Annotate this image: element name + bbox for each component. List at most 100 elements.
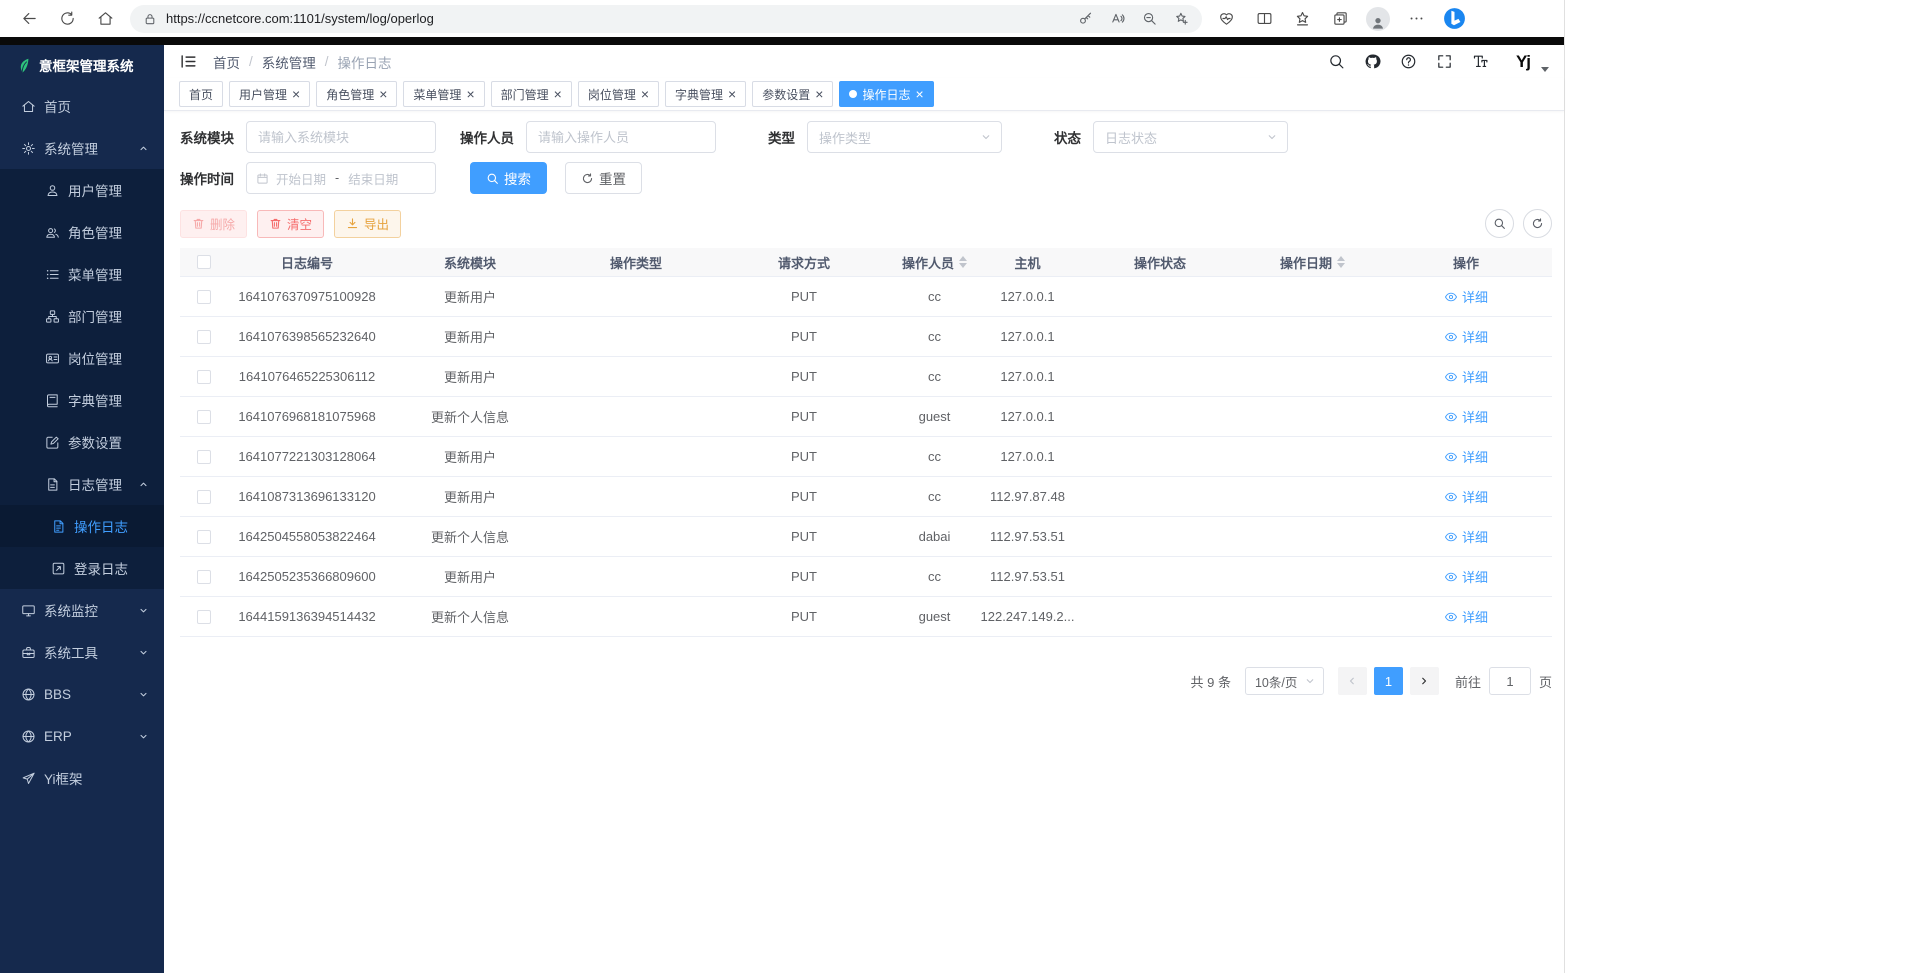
detail-link[interactable]: 详细 <box>1444 567 1488 586</box>
browser-refresh-button[interactable] <box>48 4 86 34</box>
fullscreen-icon[interactable] <box>1436 53 1453 70</box>
text-size-icon[interactable] <box>1472 53 1489 70</box>
help-icon[interactable] <box>1400 53 1417 70</box>
close-icon[interactable]: × <box>815 87 823 101</box>
sidebar-item[interactable]: 角色管理 <box>0 211 164 253</box>
collections-button[interactable] <box>1321 4 1359 34</box>
detail-link[interactable]: 详细 <box>1444 367 1488 386</box>
sidebar-item[interactable]: 系统工具 <box>0 631 164 673</box>
favorites-button[interactable] <box>1283 4 1321 34</box>
app-logo[interactable]: 意框架管理系统 <box>0 45 164 85</box>
zoom-out-icon[interactable] <box>1142 11 1157 26</box>
goto-page-input[interactable] <box>1489 667 1531 695</box>
prev-page-button[interactable] <box>1338 667 1367 695</box>
user-avatar-menu[interactable]: Yj <box>1508 47 1549 77</box>
close-icon[interactable]: × <box>292 87 300 101</box>
sidebar-item[interactable]: 岗位管理 <box>0 337 164 379</box>
sidebar-item[interactable]: 日志管理 <box>0 463 164 505</box>
password-key-icon[interactable] <box>1078 11 1093 26</box>
browser-settings-button[interactable] <box>1397 4 1435 34</box>
sidebar-item[interactable]: BBS <box>0 673 164 715</box>
detail-link[interactable]: 详细 <box>1444 287 1488 306</box>
tab[interactable]: 部门管理 × <box>491 81 572 107</box>
users-icon <box>45 225 60 240</box>
close-icon[interactable]: × <box>728 87 736 101</box>
sidebar-item[interactable]: 字典管理 <box>0 379 164 421</box>
delete-button[interactable]: 删除 <box>180 210 247 238</box>
breadcrumb-system[interactable]: 系统管理 <box>262 52 316 72</box>
sort-caret[interactable] <box>1337 256 1345 268</box>
sidebar-item[interactable]: 操作日志 <box>0 505 164 547</box>
toggle-search-button[interactable] <box>1485 209 1514 238</box>
next-page-button[interactable] <box>1410 667 1439 695</box>
sidebar-item[interactable]: ERP <box>0 715 164 757</box>
sidebar-item[interactable]: 登录日志 <box>0 547 164 589</box>
add-favorite-icon[interactable] <box>1174 11 1189 26</box>
status-select[interactable]: 日志状态 <box>1093 121 1288 153</box>
sidebar-item-label: 字典管理 <box>68 390 122 410</box>
tab[interactable]: 首页 <box>179 81 223 107</box>
tab[interactable]: 操作日志 × <box>839 81 933 107</box>
row-checkbox[interactable] <box>197 610 211 624</box>
close-icon[interactable]: × <box>641 87 649 101</box>
detail-link[interactable]: 详细 <box>1444 447 1488 466</box>
row-checkbox[interactable] <box>197 370 211 384</box>
row-checkbox[interactable] <box>197 290 211 304</box>
module-input[interactable] <box>246 121 436 153</box>
close-icon[interactable]: × <box>466 87 474 101</box>
sidebar-item[interactable]: 用户管理 <box>0 169 164 211</box>
reset-button[interactable]: 重置 <box>565 162 642 194</box>
tab[interactable]: 参数设置 × <box>752 81 833 107</box>
clear-button[interactable]: 清空 <box>257 210 324 238</box>
browser-profile-button[interactable] <box>1359 4 1397 34</box>
sidebar-item[interactable]: 系统监控 <box>0 589 164 631</box>
close-icon[interactable]: × <box>915 87 923 101</box>
row-checkbox[interactable] <box>197 330 211 344</box>
page-number-button[interactable]: 1 <box>1374 667 1403 695</box>
breadcrumb-home[interactable]: 首页 <box>213 52 240 72</box>
search-button[interactable]: 搜索 <box>470 162 547 194</box>
bing-sidebar-button[interactable] <box>1435 4 1473 34</box>
sidebar-item[interactable]: 首页 <box>0 85 164 127</box>
row-checkbox[interactable] <box>197 490 211 504</box>
browser-essentials-button[interactable] <box>1207 4 1245 34</box>
detail-link[interactable]: 详细 <box>1444 527 1488 546</box>
sidebar-item[interactable]: 系统管理 <box>0 127 164 169</box>
sidebar-fold-icon[interactable] <box>179 52 198 71</box>
sidebar-item[interactable]: 部门管理 <box>0 295 164 337</box>
sort-caret[interactable] <box>959 256 967 268</box>
type-select[interactable]: 操作类型 <box>807 121 1002 153</box>
close-icon[interactable]: × <box>379 87 387 101</box>
refresh-table-button[interactable] <box>1523 209 1552 238</box>
browser-home-button[interactable] <box>86 4 124 34</box>
detail-link[interactable]: 详细 <box>1444 327 1488 346</box>
sidebar-item[interactable]: Yi框架 <box>0 757 164 799</box>
row-checkbox[interactable] <box>197 570 211 584</box>
export-button[interactable]: 导出 <box>334 210 401 238</box>
tab[interactable]: 岗位管理 × <box>578 81 659 107</box>
tab[interactable]: 角色管理 × <box>316 81 397 107</box>
split-screen-button[interactable] <box>1245 4 1283 34</box>
close-icon[interactable]: × <box>554 87 562 101</box>
page-size-select[interactable]: 10条/页 <box>1245 667 1324 695</box>
tab[interactable]: 用户管理 × <box>229 81 310 107</box>
date-range-picker[interactable]: 开始日期 - 结束日期 <box>246 162 436 194</box>
tab[interactable]: 字典管理 × <box>665 81 746 107</box>
detail-link[interactable]: 详细 <box>1444 607 1488 626</box>
search-icon[interactable] <box>1328 53 1345 70</box>
read-aloud-icon[interactable] <box>1110 11 1125 26</box>
select-all-checkbox[interactable] <box>197 255 211 269</box>
operator-input[interactable] <box>526 121 716 153</box>
row-checkbox[interactable] <box>197 450 211 464</box>
browser-back-button[interactable] <box>10 4 48 34</box>
detail-link[interactable]: 详细 <box>1444 407 1488 426</box>
tab[interactable]: 菜单管理 × <box>403 81 484 107</box>
detail-link[interactable]: 详细 <box>1444 487 1488 506</box>
address-bar[interactable]: https://ccnetcore.com:1101/system/log/op… <box>130 5 1202 33</box>
sidebar-item[interactable]: 参数设置 <box>0 421 164 463</box>
row-checkbox[interactable] <box>197 530 211 544</box>
github-icon[interactable] <box>1364 53 1381 70</box>
row-checkbox[interactable] <box>197 410 211 424</box>
table-row: 1641076968181075968 更新个人信息 PUT guest 127… <box>180 397 1552 437</box>
sidebar-item[interactable]: 菜单管理 <box>0 253 164 295</box>
